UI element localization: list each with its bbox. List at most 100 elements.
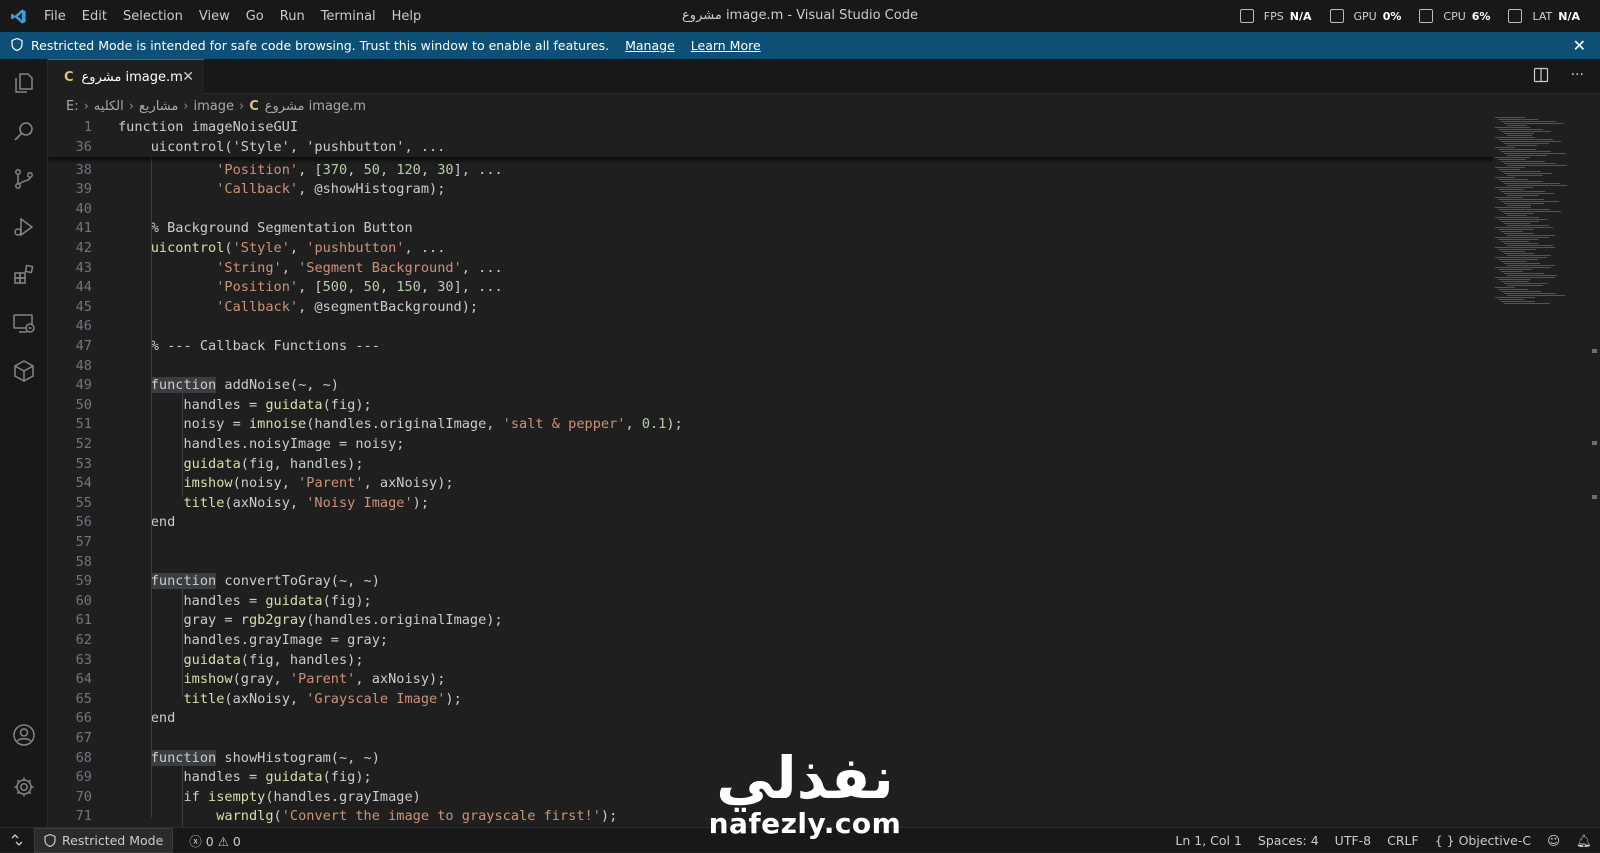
- minimap-line: [1498, 169, 1520, 170]
- tab-image-m[interactable]: C مشروع image.m ✕: [48, 59, 204, 94]
- code-line[interactable]: 57: [48, 533, 1493, 553]
- minimap-line: [1498, 299, 1524, 300]
- code-line[interactable]: 39 'Callback', @showHistogram);: [48, 180, 1493, 200]
- code-line[interactable]: 45 'Callback', @segmentBackground);: [48, 298, 1493, 318]
- line-number: 71: [75, 808, 92, 825]
- code-line[interactable]: 58: [48, 553, 1493, 573]
- code-line[interactable]: 50 handles = guidata(fig);: [48, 396, 1493, 416]
- line-code: 'Callback', @segmentBackground);: [118, 298, 478, 318]
- code-line[interactable]: 62 handles.grayImage = gray;: [48, 631, 1493, 651]
- minimap[interactable]: [1493, 117, 1589, 827]
- code-line[interactable]: 56 end: [48, 513, 1493, 533]
- minimap-line: [1504, 283, 1548, 284]
- code-line[interactable]: 48: [48, 357, 1493, 377]
- indent-guide: [151, 117, 152, 817]
- code-token: (handles.originalImage);: [306, 612, 503, 629]
- language-mode[interactable]: { } Objective-C: [1427, 833, 1539, 848]
- code-line[interactable]: 40: [48, 200, 1493, 220]
- menu-item-file[interactable]: File: [36, 9, 74, 24]
- containers-icon[interactable]: [0, 347, 48, 395]
- close-icon[interactable]: ✕: [1573, 36, 1586, 55]
- code-line[interactable]: 51 noisy = imnoise(handles.originalImage…: [48, 415, 1493, 435]
- explorer-icon[interactable]: [0, 59, 48, 107]
- code-token: , @segmentBackground);: [298, 298, 479, 315]
- code-line[interactable]: 55 title(axNoisy, 'Noisy Image');: [48, 494, 1493, 514]
- code-token: handles =: [118, 396, 266, 413]
- more-actions-icon[interactable]: ···: [1571, 67, 1584, 87]
- run-debug-icon[interactable]: [0, 203, 48, 251]
- copilot-icon[interactable]: ☺: [1539, 833, 1568, 848]
- encoding[interactable]: UTF-8: [1327, 833, 1379, 848]
- line-number: 56: [75, 514, 92, 531]
- minimap-line: [1501, 121, 1556, 122]
- code-line[interactable]: 64 imshow(gray, 'Parent', axNoisy);: [48, 670, 1493, 690]
- breadcrumb-item-college[interactable]: الكليه: [94, 99, 124, 114]
- code-line[interactable]: 46: [48, 317, 1493, 337]
- code-line[interactable]: 44 'Position', [500, 50, 150, 30], ...: [48, 278, 1493, 298]
- code-token: addNoise(~, ~): [216, 377, 339, 394]
- menu-item-go[interactable]: Go: [238, 9, 272, 24]
- menu-item-help[interactable]: Help: [384, 9, 430, 24]
- menu-item-edit[interactable]: Edit: [74, 9, 115, 24]
- code-line[interactable]: 41 % Background Segmentation Button: [48, 219, 1493, 239]
- menu-item-view[interactable]: View: [191, 9, 238, 24]
- code-line[interactable]: 52 handles.noisyImage = noisy;: [48, 435, 1493, 455]
- remote-explorer-icon[interactable]: [0, 299, 48, 347]
- menu-item-terminal[interactable]: Terminal: [313, 9, 384, 24]
- vertical-scrollbar[interactable]: [1589, 117, 1600, 827]
- menu-bar: File Edit Selection View Go Run Terminal Help: [36, 0, 429, 32]
- split-editor-icon[interactable]: [1533, 67, 1549, 87]
- restricted-mode-status[interactable]: Restricted Mode: [34, 827, 174, 853]
- breadcrumb-item-drive[interactable]: E:: [66, 99, 79, 114]
- code-line[interactable]: 61 gray = rgb2gray(handles.originalImage…: [48, 611, 1493, 631]
- sticky-line[interactable]: 36 uicontrol('Style', 'pushbutton', ...: [48, 138, 1493, 158]
- accounts-icon[interactable]: [0, 711, 48, 759]
- line-code: % Background Segmentation Button: [118, 219, 413, 239]
- code-line[interactable]: 65 title(axNoisy, 'Grayscale Image');: [48, 690, 1493, 710]
- code-line[interactable]: 49 function addNoise(~, ~): [48, 376, 1493, 396]
- breadcrumb-item-file[interactable]: مشروع image.m: [265, 99, 366, 114]
- end-of-line[interactable]: CRLF: [1379, 833, 1427, 848]
- minimap-line: [1504, 183, 1560, 184]
- menu-item-run[interactable]: Run: [272, 9, 313, 24]
- code-line[interactable]: 60 handles = guidata(fig);: [48, 592, 1493, 612]
- minimap-line: [1507, 275, 1557, 276]
- code-line[interactable]: 43 'String', 'Segment Background', ...: [48, 259, 1493, 279]
- source-control-icon[interactable]: [0, 155, 48, 203]
- minimap-line: [1498, 229, 1534, 230]
- code-line[interactable]: 47 % --- Callback Functions ---: [48, 337, 1493, 357]
- notifications-bell-icon[interactable]: 🔔︎: [1568, 833, 1600, 849]
- code-line[interactable]: 38 'Position', [370, 50, 120, 30], ...: [48, 161, 1493, 181]
- code-editor[interactable]: 1 function imageNoiseGUI 36 uicontrol('Sty…: [48, 117, 1493, 827]
- code-line[interactable]: 63 guidata(fig, handles);: [48, 651, 1493, 671]
- sticky-scroll-header[interactable]: 1 function imageNoiseGUI 36 uicontrol('Sty…: [48, 117, 1493, 157]
- code-line[interactable]: 54 imshow(noisy, 'Parent', axNoisy);: [48, 474, 1493, 494]
- minimap-line: [1504, 243, 1538, 244]
- learn-more-link[interactable]: Learn More: [691, 38, 761, 53]
- extensions-icon[interactable]: [0, 251, 48, 299]
- breadcrumb-item-projects[interactable]: مشاريع: [139, 99, 178, 114]
- sticky-line[interactable]: 1 function imageNoiseGUI: [48, 118, 1493, 138]
- settings-gear-icon[interactable]: [0, 763, 48, 811]
- cursor-position[interactable]: Ln 1, Col 1: [1167, 833, 1250, 848]
- manage-link[interactable]: Manage: [625, 38, 675, 53]
- code-token: ,: [625, 416, 642, 433]
- breadcrumb-item-image[interactable]: image: [194, 99, 235, 114]
- code-line[interactable]: 66 end: [48, 709, 1493, 729]
- minimap-line: [1501, 261, 1527, 262]
- code-line[interactable]: 53 guidata(fig, handles);: [48, 455, 1493, 475]
- line-number: 49: [75, 377, 92, 394]
- code-token: guidata: [265, 769, 323, 786]
- minimap-line: [1507, 265, 1555, 266]
- remote-indicator-icon[interactable]: [0, 828, 34, 853]
- problems-status[interactable]: ⓧ 0 ⚠ 0: [181, 831, 249, 850]
- minimap-line: [1501, 241, 1529, 242]
- code-line[interactable]: 42 uicontrol('Style', 'pushbutton', ...: [48, 239, 1493, 259]
- indentation[interactable]: Spaces: 4: [1250, 833, 1327, 848]
- code-line[interactable]: 59 function convertToGray(~, ~): [48, 572, 1493, 592]
- menu-item-selection[interactable]: Selection: [115, 9, 191, 24]
- minimap-line: [1501, 191, 1545, 192]
- search-icon[interactable]: [0, 107, 48, 155]
- code-token: (fig);: [322, 592, 372, 609]
- tab-close-icon[interactable]: ✕: [182, 69, 194, 85]
